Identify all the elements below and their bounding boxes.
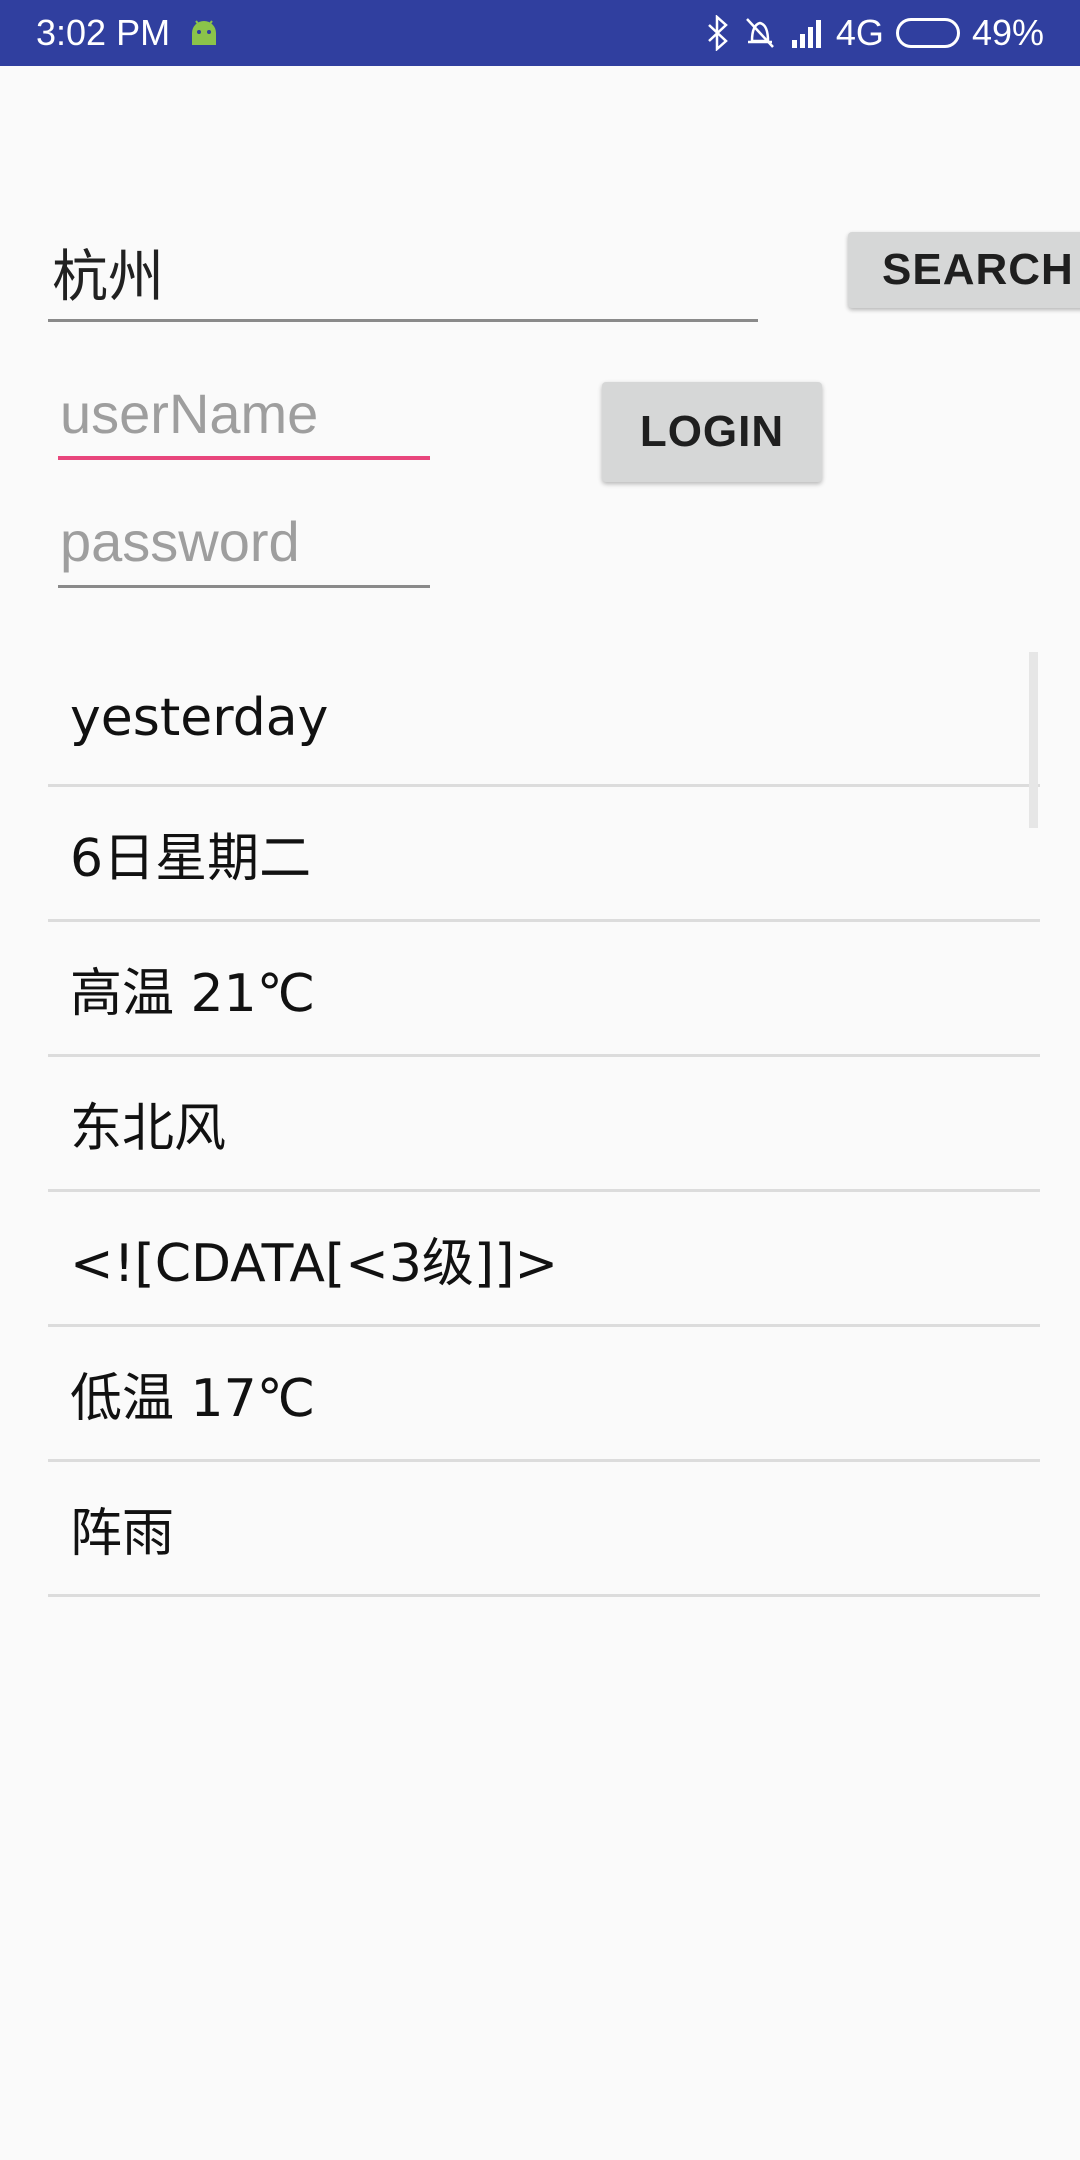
status-time: 3:02 PM [36, 12, 171, 53]
battery-icon [895, 18, 960, 48]
login-button[interactable]: LOGIN [602, 382, 822, 482]
list-scrollbar[interactable] [1029, 652, 1038, 828]
status-bar: 3:02 PM 4G 49% [0, 0, 1080, 66]
list-item[interactable]: 阵雨 [48, 1462, 1040, 1597]
list-item[interactable]: <![CDATA[<3级]]> [48, 1192, 1040, 1327]
city-input[interactable] [48, 222, 758, 322]
status-bar-left: 3:02 PM [36, 12, 220, 54]
list-item[interactable]: 东北风 [48, 1057, 1040, 1192]
android-icon [188, 19, 220, 47]
list-item[interactable]: 低温 17℃ [48, 1327, 1040, 1462]
alarm-off-icon [742, 15, 778, 51]
list-item[interactable]: yesterday [48, 652, 1040, 787]
status-bar-right: 4G 49% [706, 12, 1044, 54]
signal-icon [790, 18, 824, 48]
list-item[interactable]: 6日星期二 [48, 787, 1040, 922]
username-input[interactable] [58, 366, 430, 460]
battery-percent: 49% [971, 12, 1044, 53]
list-item[interactable]: 高温 21℃ [48, 922, 1040, 1057]
password-input[interactable] [58, 498, 430, 588]
weather-list[interactable]: yesterday 6日星期二 高温 21℃ 东北风 <![CDATA[<3级]… [48, 652, 1040, 1597]
bluetooth-icon [706, 15, 730, 51]
search-button[interactable]: SEARCH [848, 232, 1080, 308]
network-type: 4G [835, 12, 884, 53]
